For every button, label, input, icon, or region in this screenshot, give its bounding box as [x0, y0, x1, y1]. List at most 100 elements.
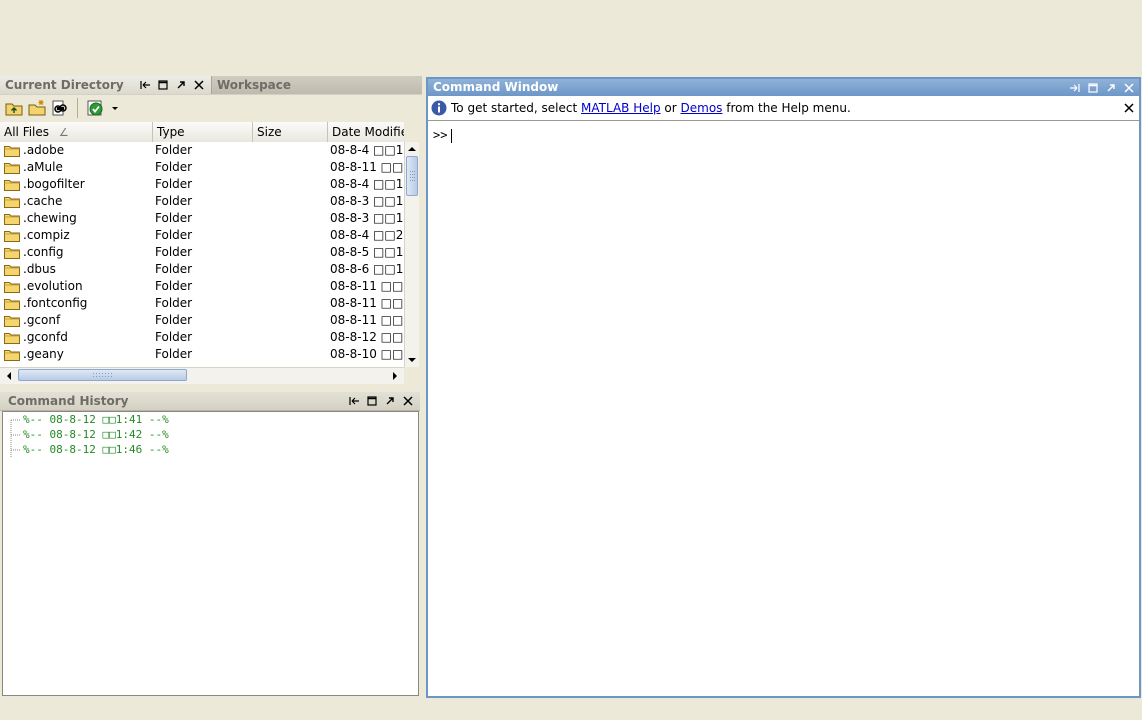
- file-size: [255, 329, 325, 346]
- file-name: .gconfd: [23, 330, 68, 344]
- file-size: [255, 227, 325, 244]
- matlab-help-link[interactable]: MATLAB Help: [581, 101, 661, 115]
- folder-icon: [4, 348, 20, 366]
- file-row[interactable]: .aMule Folder 08-8-11 □□: [0, 159, 403, 176]
- file-row[interactable]: .chewing Folder 08-8-3 □□1: [0, 210, 403, 227]
- close-icon[interactable]: [190, 76, 208, 94]
- file-date: 08-8-4 □□1: [330, 177, 404, 191]
- maximize-icon[interactable]: [154, 76, 172, 94]
- file-size: [255, 159, 325, 176]
- workspace-title: Workspace: [217, 78, 292, 92]
- file-name: .cache: [23, 194, 63, 208]
- pop-out-icon[interactable]: [381, 392, 399, 410]
- info-bar: To get started, select MATLAB Help or De…: [428, 96, 1139, 121]
- chevron-down-icon[interactable]: [110, 99, 120, 117]
- file-row[interactable]: .fontconfig Folder 08-8-11 □□: [0, 295, 403, 312]
- toolbar-separator: [77, 98, 78, 118]
- column-header-type[interactable]: Type: [153, 122, 253, 142]
- find-files-icon[interactable]: [52, 99, 70, 117]
- dock-icon[interactable]: [1066, 79, 1084, 96]
- file-size: [255, 278, 325, 295]
- file-type: Folder: [155, 347, 193, 361]
- info-message: To get started, select MATLAB Help or De…: [451, 101, 851, 115]
- folder-up-icon[interactable]: [5, 99, 23, 117]
- column-header-date[interactable]: Date Modifie: [328, 122, 404, 142]
- file-type: Folder: [155, 279, 193, 293]
- command-history-panel: Command History %-- 08-8-12 □□1:41 --% %…: [0, 392, 420, 697]
- command-window-titlebar: Command Window: [428, 79, 1139, 96]
- file-date: 08-8-10 □□: [330, 347, 404, 361]
- demos-link[interactable]: Demos: [681, 101, 723, 115]
- file-date: 08-8-11 □□: [330, 279, 404, 293]
- history-entry[interactable]: %-- 08-8-12 □□1:46 --%: [23, 442, 169, 457]
- command-input-area[interactable]: >>: [428, 121, 1139, 696]
- file-row[interactable]: .cache Folder 08-8-3 □□1: [0, 193, 403, 210]
- undock-icon[interactable]: [136, 76, 154, 94]
- file-type: Folder: [155, 211, 193, 225]
- file-name: .bogofilter: [23, 177, 85, 191]
- file-date: 08-8-11 □□: [330, 296, 404, 310]
- file-type: Folder: [155, 296, 193, 310]
- history-entry[interactable]: %-- 08-8-12 □□1:42 --%: [23, 427, 169, 442]
- file-row[interactable]: .gconfd Folder 08-8-12 □□: [0, 329, 403, 346]
- file-row[interactable]: .evolution Folder 08-8-11 □□: [0, 278, 403, 295]
- current-directory-toolbar: [0, 95, 422, 122]
- file-date: 08-8-5 □□1: [330, 245, 404, 259]
- file-size: [255, 142, 325, 159]
- maximize-icon[interactable]: [1084, 79, 1102, 96]
- file-type: Folder: [155, 245, 193, 259]
- scroll-down-icon[interactable]: [405, 353, 419, 367]
- file-row[interactable]: .adobe Folder 08-8-4 □□1: [0, 142, 403, 159]
- close-icon[interactable]: [1120, 79, 1138, 96]
- command-prompt[interactable]: >>: [433, 127, 453, 143]
- maximize-icon[interactable]: [363, 392, 381, 410]
- horizontal-scrollbar[interactable]: [0, 367, 404, 384]
- vertical-scroll-thumb[interactable]: [406, 156, 418, 196]
- horizontal-scroll-thumb[interactable]: [18, 369, 187, 381]
- tab-workspace[interactable]: Workspace: [211, 76, 422, 94]
- undock-icon[interactable]: [345, 392, 363, 410]
- info-close-icon[interactable]: [1123, 102, 1135, 114]
- column-header-size[interactable]: Size: [253, 122, 328, 142]
- scroll-left-icon[interactable]: [2, 369, 16, 383]
- file-date: 08-8-3 □□1: [330, 211, 404, 225]
- file-size: [255, 295, 325, 312]
- file-date: 08-8-11 □□: [330, 313, 404, 327]
- file-type: Folder: [155, 330, 193, 344]
- pop-out-icon[interactable]: [172, 76, 190, 94]
- file-name: .gconf: [23, 313, 61, 327]
- command-history-list[interactable]: %-- 08-8-12 □□1:41 --% %-- 08-8-12 □□1:4…: [2, 411, 419, 696]
- file-size: [255, 176, 325, 193]
- new-folder-icon[interactable]: [28, 99, 46, 117]
- file-date: 08-8-4 □□2: [330, 228, 404, 242]
- file-row[interactable]: .compiz Folder 08-8-4 □□2: [0, 227, 403, 244]
- history-tree-lines: [10, 419, 21, 458]
- file-row[interactable]: .bogofilter Folder 08-8-4 □□1: [0, 176, 403, 193]
- file-list: .adobe Folder 08-8-4 □□1 .aMule Folder 08-8-1…: [0, 142, 404, 367]
- file-row[interactable]: .config Folder 08-8-5 □□1: [0, 244, 403, 261]
- current-directory-panel: Current Directory Workspace All Files ∠ …: [0, 76, 422, 386]
- check-actions-icon[interactable]: [87, 99, 105, 117]
- file-row[interactable]: .dbus Folder 08-8-6 □□1: [0, 261, 403, 278]
- file-row[interactable]: .gconf Folder 08-8-11 □□: [0, 312, 403, 329]
- close-icon[interactable]: [399, 392, 417, 410]
- file-name: .fontconfig: [23, 296, 88, 310]
- file-row[interactable]: .geany Folder 08-8-10 □□: [0, 346, 403, 366]
- command-window-title: Command Window: [433, 80, 559, 94]
- file-size: [255, 312, 325, 329]
- file-name: .chewing: [23, 211, 77, 225]
- vertical-scrollbar[interactable]: [404, 142, 419, 367]
- scroll-up-icon[interactable]: [405, 142, 419, 156]
- file-date: 08-8-6 □□1: [330, 262, 404, 276]
- file-date: 08-8-4 □□1: [330, 143, 404, 157]
- file-size: [255, 261, 325, 278]
- file-type: Folder: [155, 177, 193, 191]
- file-type: Folder: [155, 313, 193, 327]
- column-header-name[interactable]: All Files ∠: [0, 122, 153, 142]
- file-name: .aMule: [23, 160, 63, 174]
- command-history-titlebar: Command History: [0, 392, 420, 411]
- pop-out-icon[interactable]: [1102, 79, 1120, 96]
- scroll-right-icon[interactable]: [388, 369, 402, 383]
- history-entry[interactable]: %-- 08-8-12 □□1:41 --%: [23, 412, 169, 427]
- file-type: Folder: [155, 160, 193, 174]
